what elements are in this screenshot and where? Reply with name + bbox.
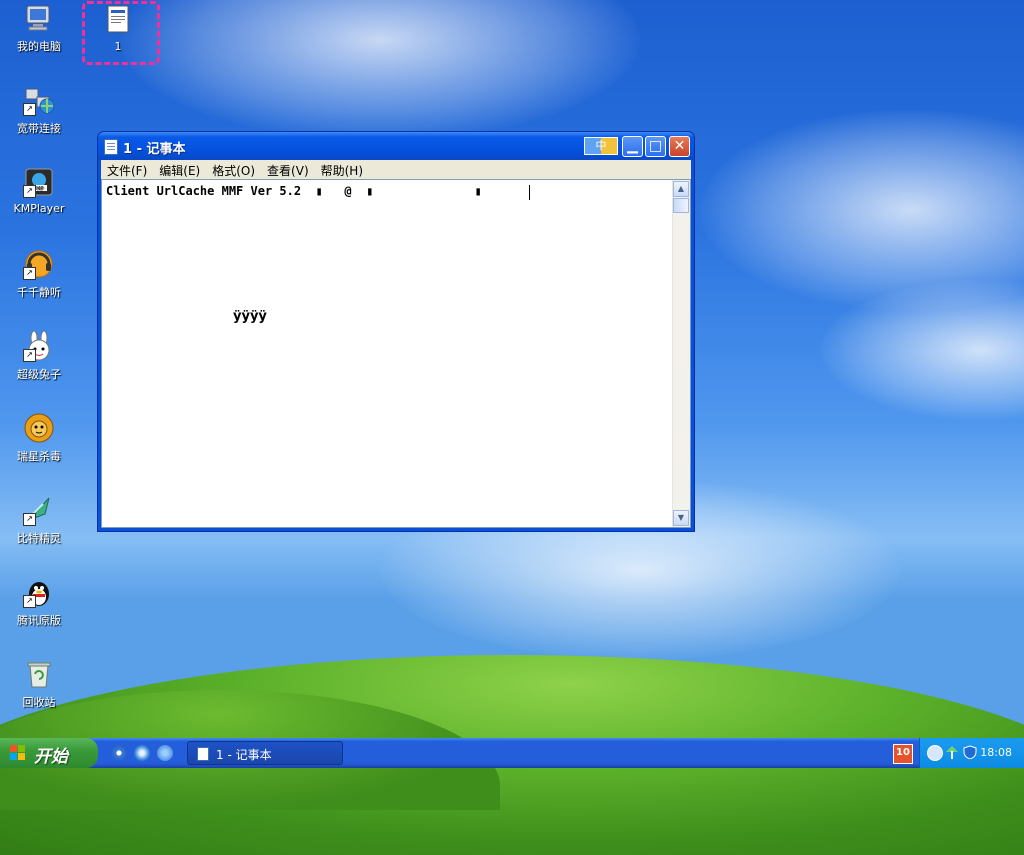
- desktop-icon-recycle-bin[interactable]: 回收站: [1, 658, 77, 710]
- window-title: 1 - 记事本: [123, 142, 186, 157]
- ime-indicator[interactable]: 中: [584, 137, 618, 155]
- desktop-icon-file[interactable]: 1: [80, 4, 156, 53]
- maximize-button[interactable]: □: [645, 136, 666, 157]
- super-rabbit-icon: ↗: [23, 330, 55, 362]
- document-text-line: Client UrlCache MMF Ver 5.2 ▮ @ ▮ ▮: [106, 184, 482, 198]
- menu-edit[interactable]: 编辑(E): [153, 160, 206, 179]
- desktop-icon-rising[interactable]: 瑞星杀毒: [1, 412, 77, 464]
- rising-antivirus-icon: [23, 412, 55, 444]
- desktop-icon-label: KMPlayer: [13, 202, 65, 215]
- desktop-icon-label: 千千静听: [17, 286, 61, 299]
- shortcut-arrow-icon: ↗: [23, 513, 36, 526]
- svg-text:MP: MP: [36, 186, 43, 192]
- qq-icon: ↗: [23, 576, 55, 608]
- windows-logo-icon: [10, 745, 26, 761]
- ttplayer-icon: ↗: [23, 248, 55, 280]
- scroll-down-button[interactable]: ▼: [673, 510, 689, 526]
- chevron-down-icon: ▼: [677, 513, 685, 522]
- notepad-icon: [197, 747, 209, 761]
- shortcut-arrow-icon: ↗: [23, 185, 36, 198]
- menu-file[interactable]: 文件(F): [101, 160, 153, 179]
- taskbar: 开始 1 - 记事本 10 18:08: [0, 738, 1024, 768]
- scroll-thumb[interactable]: [673, 198, 689, 213]
- desktop-icon-super-rabbit[interactable]: ↗ 超级兔子: [1, 330, 77, 382]
- recycle-bin-icon: [23, 658, 55, 690]
- bitspirit-icon: ↗: [23, 494, 55, 526]
- desktop-icon-ttplayer[interactable]: ↗ 千千静听: [1, 248, 77, 300]
- system-tray: 18:08: [919, 738, 1024, 768]
- start-button[interactable]: 开始: [0, 738, 98, 768]
- vertical-scrollbar[interactable]: ▲ ▼: [672, 180, 690, 527]
- shortcut-arrow-icon: ↗: [23, 267, 36, 280]
- desktop-icon-label: 超级兔子: [17, 368, 61, 381]
- security-tray-icon[interactable]: [963, 745, 977, 760]
- chevron-up-icon: ▲: [677, 184, 685, 193]
- desktop-icon-kmplayer[interactable]: MP ↗ KMPlayer: [1, 166, 77, 215]
- close-button[interactable]: ✕: [669, 136, 690, 157]
- kmplayer-icon: MP ↗: [23, 166, 55, 198]
- title-bar[interactable]: 1 - 记事本 中 ▁ □ ✕: [98, 132, 694, 160]
- desktop-icon-label: 宽带连接: [17, 122, 61, 135]
- my-computer-icon: [23, 2, 55, 34]
- minimize-icon: ▁: [627, 138, 638, 154]
- browser-icon[interactable]: [134, 745, 150, 761]
- start-label: 开始: [34, 747, 68, 767]
- ime-icon[interactable]: 10: [893, 744, 913, 764]
- shortcut-arrow-icon: ↗: [23, 349, 36, 362]
- text-editor-area[interactable]: Client UrlCache MMF Ver 5.2 ▮ @ ▮ ▮ ÿÿÿÿ…: [101, 179, 691, 528]
- desktop-icon-label: 回收站: [22, 696, 56, 709]
- show-hidden-icons-icon[interactable]: [927, 745, 943, 761]
- network-tray-icon[interactable]: [945, 745, 959, 759]
- scroll-up-button[interactable]: ▲: [673, 181, 689, 197]
- menu-help[interactable]: 帮助(H): [315, 160, 369, 179]
- desktop-icon-label: 我的电脑: [17, 40, 61, 53]
- desktop-icon-label: 腾讯原版: [17, 614, 61, 627]
- desktop-icon-network[interactable]: ↗ 宽带连接: [1, 84, 77, 136]
- media-player-icon[interactable]: [111, 745, 127, 761]
- notepad-icon: [104, 139, 118, 155]
- shortcut-arrow-icon: ↗: [23, 595, 36, 608]
- taskbar-notepad-label: 1 - 记事本: [216, 748, 272, 762]
- menu-format[interactable]: 格式(O): [206, 160, 261, 179]
- clock[interactable]: 18:08: [980, 746, 1012, 759]
- messenger-icon[interactable]: [157, 745, 173, 761]
- desktop-icon-label: 瑞星杀毒: [17, 450, 61, 463]
- minimize-button[interactable]: ▁: [622, 136, 643, 157]
- desktop-icon-label: 1: [114, 40, 122, 53]
- text-caret: [529, 185, 530, 200]
- shortcut-arrow-icon: ↗: [23, 103, 36, 116]
- text-file-icon: [102, 4, 134, 36]
- notepad-window[interactable]: 1 - 记事本 中 ▁ □ ✕ 文件(F) 编辑(E) 格式(O) 查看(V) …: [97, 131, 695, 532]
- network-connection-icon: ↗: [23, 84, 55, 116]
- desktop-icon-label: 比特精灵: [17, 532, 61, 545]
- menu-bar: 文件(F) 编辑(E) 格式(O) 查看(V) 帮助(H): [101, 160, 691, 180]
- document-text-blob: ÿÿÿÿ: [233, 309, 267, 324]
- menu-view[interactable]: 查看(V): [261, 160, 315, 179]
- maximize-icon: □: [648, 138, 663, 154]
- desktop-icon-bitspirit[interactable]: ↗ 比特精灵: [1, 494, 77, 546]
- taskbar-notepad-button[interactable]: 1 - 记事本: [187, 741, 343, 765]
- desktop-icon-my-computer[interactable]: 我的电脑: [1, 2, 77, 54]
- close-icon: ✕: [673, 138, 686, 154]
- desktop-icon-qq[interactable]: ↗ 腾讯原版: [1, 576, 77, 628]
